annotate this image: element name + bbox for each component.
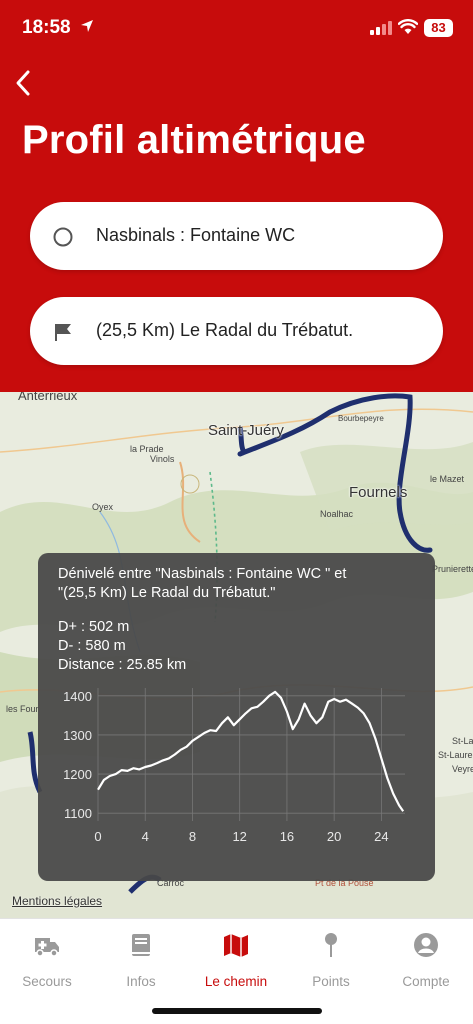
map-place-label: St-Laurent	[438, 750, 473, 760]
tab-label: Points	[312, 974, 350, 989]
y-tick-label: 1100	[64, 806, 92, 821]
tab-label: Compte	[402, 974, 450, 989]
map-place-label: Bourbepeyre	[338, 414, 384, 423]
y-tick-label: 1200	[63, 767, 92, 782]
map-place-label: Anterrieux	[18, 392, 78, 403]
map-place-label: Noalhac	[320, 509, 354, 519]
back-button[interactable]	[8, 64, 44, 102]
ambulance-icon	[35, 938, 59, 957]
legal-notice-link[interactable]: Mentions légales	[12, 894, 102, 908]
x-tick-label: 8	[189, 829, 196, 844]
y-tick-label: 1300	[63, 728, 92, 743]
elevation-chart: 0 4 8 12 16 20 24 1100 1200 1300 1400	[63, 688, 405, 844]
map-place-label: le Mazet	[430, 474, 465, 484]
status-time: 18:58	[22, 17, 71, 38]
circle-icon	[53, 227, 73, 247]
tab-label: Secours	[22, 974, 72, 989]
map-place-label: les Four	[6, 704, 39, 714]
flag-icon	[55, 324, 71, 341]
start-point-field[interactable]: Nasbinals : Fontaine WC	[30, 202, 443, 270]
elevation-series-line	[97, 690, 405, 812]
tab-label: Infos	[126, 974, 156, 989]
pin-icon	[325, 933, 337, 957]
user-icon	[414, 933, 438, 957]
book-icon	[132, 934, 150, 956]
map-place-label: Saint-Juéry	[208, 422, 284, 439]
battery-indicator: 83	[424, 19, 453, 37]
end-point-field[interactable]: (25,5 Km) Le Radal du Trébatut.	[30, 297, 443, 365]
x-tick-label: 12	[232, 829, 246, 844]
map-place-label: Fournels	[349, 484, 408, 501]
map-place-label: Oyex	[92, 502, 114, 512]
chevron-left-icon	[16, 70, 30, 96]
start-point-label: Nasbinals : Fontaine WC	[96, 225, 296, 245]
map-place-label: Prunierette	[432, 564, 473, 574]
status-bar: 18:58 83	[0, 0, 473, 58]
x-tick-label: 0	[94, 829, 101, 844]
map-place-label: la Prade	[130, 444, 164, 454]
x-tick-label: 24	[374, 829, 388, 844]
map-place-label: St-Lau	[452, 736, 473, 746]
tab-label: Le chemin	[204, 974, 268, 989]
tab-infos[interactable]: Infos	[94, 929, 188, 995]
tab-secours[interactable]: Secours	[0, 929, 94, 995]
home-indicator	[152, 1008, 322, 1014]
map-place-label: Vinols	[150, 454, 175, 464]
page-title: Profil altimétrique	[22, 118, 366, 162]
cellular-signal-icon	[370, 21, 392, 40]
x-tick-label: 16	[280, 829, 294, 844]
wifi-icon	[397, 19, 419, 40]
y-tick-label: 1400	[63, 689, 92, 704]
x-tick-label: 20	[327, 829, 341, 844]
x-tick-label: 4	[142, 829, 149, 844]
tab-compte[interactable]: Compte	[379, 929, 473, 995]
elevation-profile-panel: Dénivelé entre "Nasbinals : Fontaine WC …	[38, 553, 435, 881]
tab-le-chemin[interactable]: Le chemin	[189, 929, 283, 995]
map-icon	[224, 934, 248, 957]
location-arrow-icon	[80, 19, 94, 38]
map-place-label: Veyre	[452, 764, 473, 774]
end-point-label: (25,5 Km) Le Radal du Trébatut.	[96, 320, 354, 340]
header: 18:58 83 Profil altimétrique Nasbinals:…	[0, 0, 473, 392]
tab-points[interactable]: Points	[284, 929, 378, 995]
